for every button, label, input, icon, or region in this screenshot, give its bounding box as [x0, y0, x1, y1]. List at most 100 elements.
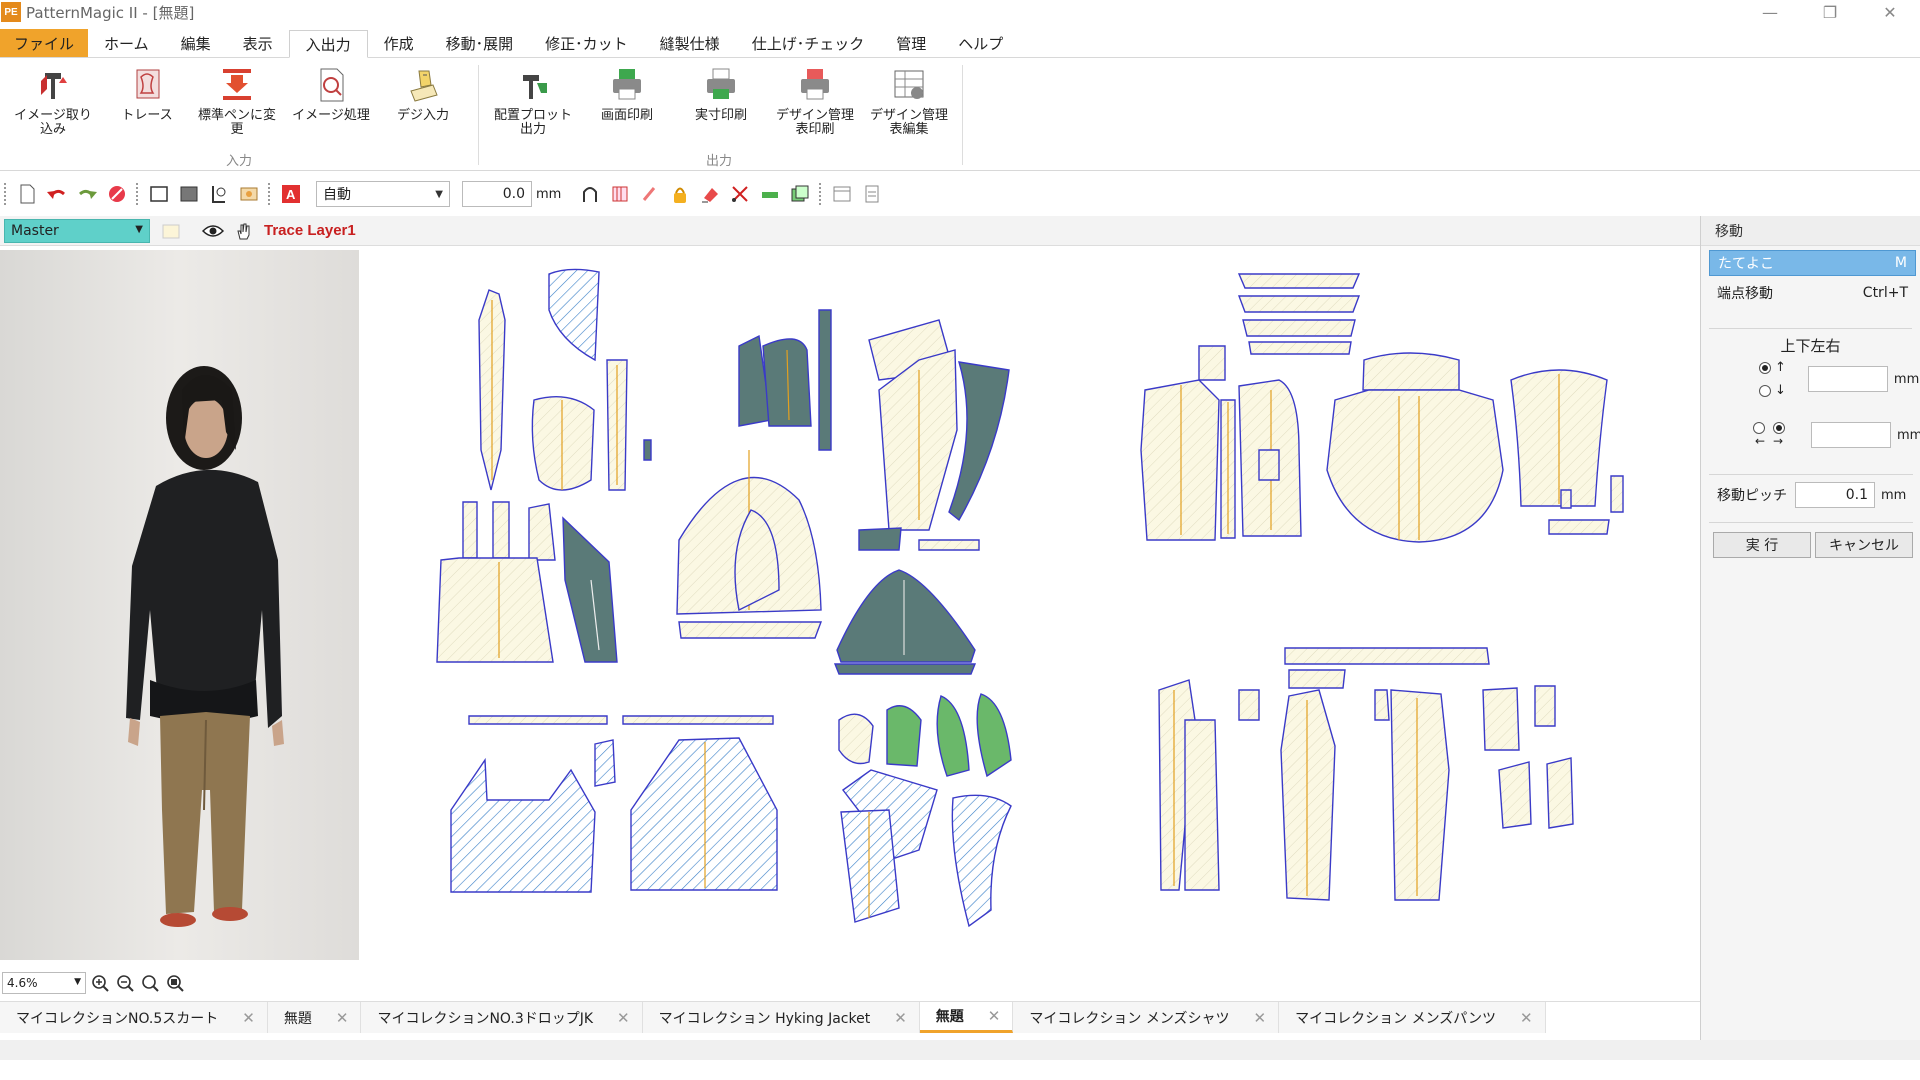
pattern-piece[interactable] [594, 739, 616, 787]
green-bar-icon[interactable] [757, 181, 783, 207]
trace-button[interactable]: トレース [104, 65, 190, 123]
calculator-icon[interactable] [859, 181, 885, 207]
zoom-out-icon[interactable] [114, 972, 136, 994]
pattern-canvas[interactable] [359, 250, 1700, 960]
execute-button[interactable]: 実 行 [1713, 532, 1811, 558]
toolbar-grip[interactable] [819, 183, 823, 205]
vertical-distance-input[interactable] [1807, 366, 1888, 392]
pattern-piece[interactable] [1284, 647, 1490, 665]
document-tab[interactable]: マイコレクションNO.3ドロップJK ✕ [361, 1002, 643, 1033]
pattern-piece[interactable] [1248, 341, 1352, 355]
pattern-piece[interactable] [948, 361, 1010, 522]
pattern-piece[interactable] [858, 527, 902, 551]
close-tab-icon[interactable]: ✕ [894, 1009, 907, 1027]
image-process-button[interactable]: イメージ処理 [288, 65, 374, 123]
folder-icon[interactable] [158, 218, 184, 244]
eraser-icon[interactable] [697, 181, 723, 207]
pattern-piece[interactable] [468, 715, 608, 725]
redo-icon[interactable] [74, 181, 100, 207]
ruler-icon[interactable] [607, 181, 633, 207]
plot-output-button[interactable]: 配置プロット出力 [490, 65, 576, 137]
text-color-icon[interactable]: A [278, 181, 304, 207]
pattern-piece[interactable] [1242, 319, 1356, 337]
standard-pen-button[interactable]: 標準ペンに変更 [194, 65, 280, 137]
pattern-piece[interactable] [886, 705, 922, 767]
tab-edit[interactable]: 編集 [165, 29, 227, 57]
pattern-piece[interactable] [1560, 489, 1572, 509]
pattern-piece[interactable] [1610, 475, 1624, 513]
pattern-piece[interactable] [643, 439, 652, 461]
undo-icon[interactable] [44, 181, 70, 207]
pattern-piece[interactable] [818, 309, 832, 451]
design-sheet-edit-button[interactable]: デザイン管理表編集 [866, 65, 952, 137]
endpoint-move-option[interactable]: 端点移動 Ctrl+T [1709, 280, 1916, 306]
digitizer-input-button[interactable]: デジ入力 [380, 65, 466, 123]
pattern-piece[interactable] [1258, 449, 1280, 481]
pattern-piece[interactable] [936, 695, 970, 777]
close-tab-icon[interactable]: ✕ [336, 1009, 349, 1027]
design-sheet-print-button[interactable]: デザイン管理表印刷 [772, 65, 858, 137]
new-file-icon[interactable] [14, 181, 40, 207]
value-input[interactable]: 0.0 [462, 181, 532, 207]
scissors-icon[interactable] [727, 181, 753, 207]
pattern-piece[interactable] [1498, 761, 1532, 829]
close-tab-icon[interactable]: ✕ [617, 1009, 630, 1027]
pattern-piece[interactable] [630, 737, 778, 891]
pattern-piece[interactable] [836, 569, 976, 663]
zoom-in-icon[interactable] [89, 972, 111, 994]
close-icon[interactable]: ✕ [1860, 0, 1920, 24]
pattern-piece[interactable] [833, 663, 977, 675]
document-tab[interactable]: 無題 ✕ [267, 1002, 362, 1033]
horizontal-distance-input[interactable] [1811, 422, 1891, 448]
pattern-piece[interactable] [1237, 295, 1361, 313]
tab-file[interactable]: ファイル [0, 29, 89, 57]
document-tab[interactable]: マイコレクション メンズパンツ ✕ [1279, 1002, 1546, 1033]
pattern-piece[interactable] [462, 501, 478, 559]
document-tab[interactable]: 無題 ✕ [919, 1002, 1014, 1033]
master-select[interactable]: Master ▼ [4, 218, 150, 243]
eye-icon[interactable] [200, 218, 226, 244]
tab-create[interactable]: 作成 [368, 29, 430, 57]
pattern-piece[interactable] [450, 757, 596, 893]
pattern-piece[interactable] [1534, 685, 1556, 727]
tab-move-expand[interactable]: 移動･展開 [430, 29, 530, 57]
pattern-piece[interactable] [1548, 519, 1610, 535]
pattern-piece[interactable] [436, 557, 554, 663]
layers-icon[interactable] [787, 181, 813, 207]
tab-help[interactable]: ヘルプ [942, 29, 1019, 57]
document-tab[interactable]: マイコレクションNO.5スカート ✕ [0, 1002, 268, 1033]
pattern-piece[interactable] [1198, 345, 1226, 381]
right-radio[interactable] [1773, 422, 1785, 434]
pattern-piece[interactable] [951, 794, 1012, 928]
pattern-piece[interactable] [1362, 352, 1460, 391]
pattern-piece[interactable] [1238, 689, 1260, 721]
close-tab-icon[interactable]: ✕ [1520, 1009, 1533, 1027]
pattern-piece[interactable] [838, 713, 874, 765]
toolbar-grip[interactable] [136, 183, 140, 205]
pattern-piece[interactable] [840, 809, 900, 923]
window-icon[interactable] [829, 181, 855, 207]
pattern-piece[interactable] [1184, 719, 1220, 891]
toolbar-grip[interactable] [268, 183, 272, 205]
pattern-piece[interactable] [531, 395, 595, 491]
tab-modify-cut[interactable]: 修正･カット [529, 29, 644, 57]
tab-view[interactable]: 表示 [227, 29, 289, 57]
lock-icon[interactable] [667, 181, 693, 207]
pattern-piece[interactable] [1280, 689, 1336, 901]
pattern-piece[interactable] [1140, 379, 1220, 541]
tab-sewing-spec[interactable]: 縫製仕様 [644, 29, 736, 57]
close-tab-icon[interactable]: ✕ [988, 1007, 1001, 1025]
tab-manage[interactable]: 管理 [880, 29, 942, 57]
image-import-button[interactable]: イメージ取り込み [10, 65, 96, 137]
pattern-piece[interactable] [1326, 389, 1504, 543]
close-tab-icon[interactable]: ✕ [1254, 1009, 1267, 1027]
pattern-piece[interactable] [1482, 687, 1520, 751]
minimize-icon[interactable]: — [1740, 0, 1800, 24]
down-radio[interactable] [1759, 384, 1771, 397]
zoom-fit-icon[interactable] [164, 972, 186, 994]
actual-size-print-button[interactable]: 実寸印刷 [678, 65, 764, 123]
tab-input-output[interactable]: 入出力 [288, 30, 368, 58]
up-radio[interactable] [1759, 361, 1771, 374]
hand-icon[interactable] [230, 218, 256, 244]
pen-icon[interactable] [637, 181, 663, 207]
